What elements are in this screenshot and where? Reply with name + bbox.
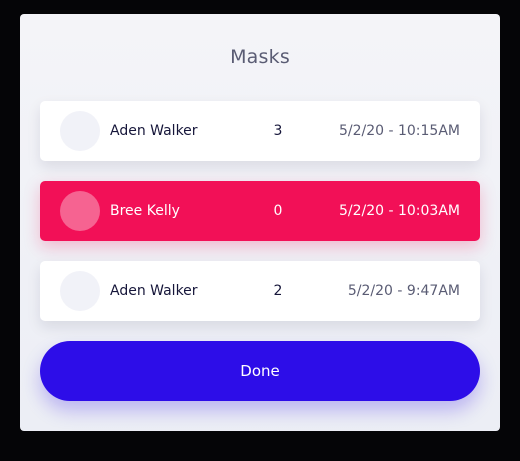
avatar xyxy=(60,191,100,231)
person-name: Aden Walker xyxy=(110,123,198,139)
avatar xyxy=(60,271,100,311)
mask-count: 0 xyxy=(273,203,283,219)
person-name: Aden Walker xyxy=(110,283,198,299)
timestamp: 5/2/20 - 10:03AM xyxy=(338,203,460,219)
modal-title: Masks xyxy=(230,46,290,68)
list-item[interactable]: Aden Walker 3 5/2/20 - 10:15AM xyxy=(40,101,480,161)
mask-count: 3 xyxy=(273,123,283,139)
done-button[interactable]: Done xyxy=(40,341,480,401)
list-item[interactable]: Aden Walker 2 5/2/20 - 9:47AM xyxy=(40,261,480,321)
list-item-selected[interactable]: Bree Kelly 0 5/2/20 - 10:03AM xyxy=(40,181,480,241)
timestamp: 5/2/20 - 9:47AM xyxy=(347,283,460,299)
mask-count: 2 xyxy=(273,283,283,299)
person-name: Bree Kelly xyxy=(110,203,180,219)
avatar xyxy=(60,111,100,151)
timestamp: 5/2/20 - 10:15AM xyxy=(338,123,460,139)
